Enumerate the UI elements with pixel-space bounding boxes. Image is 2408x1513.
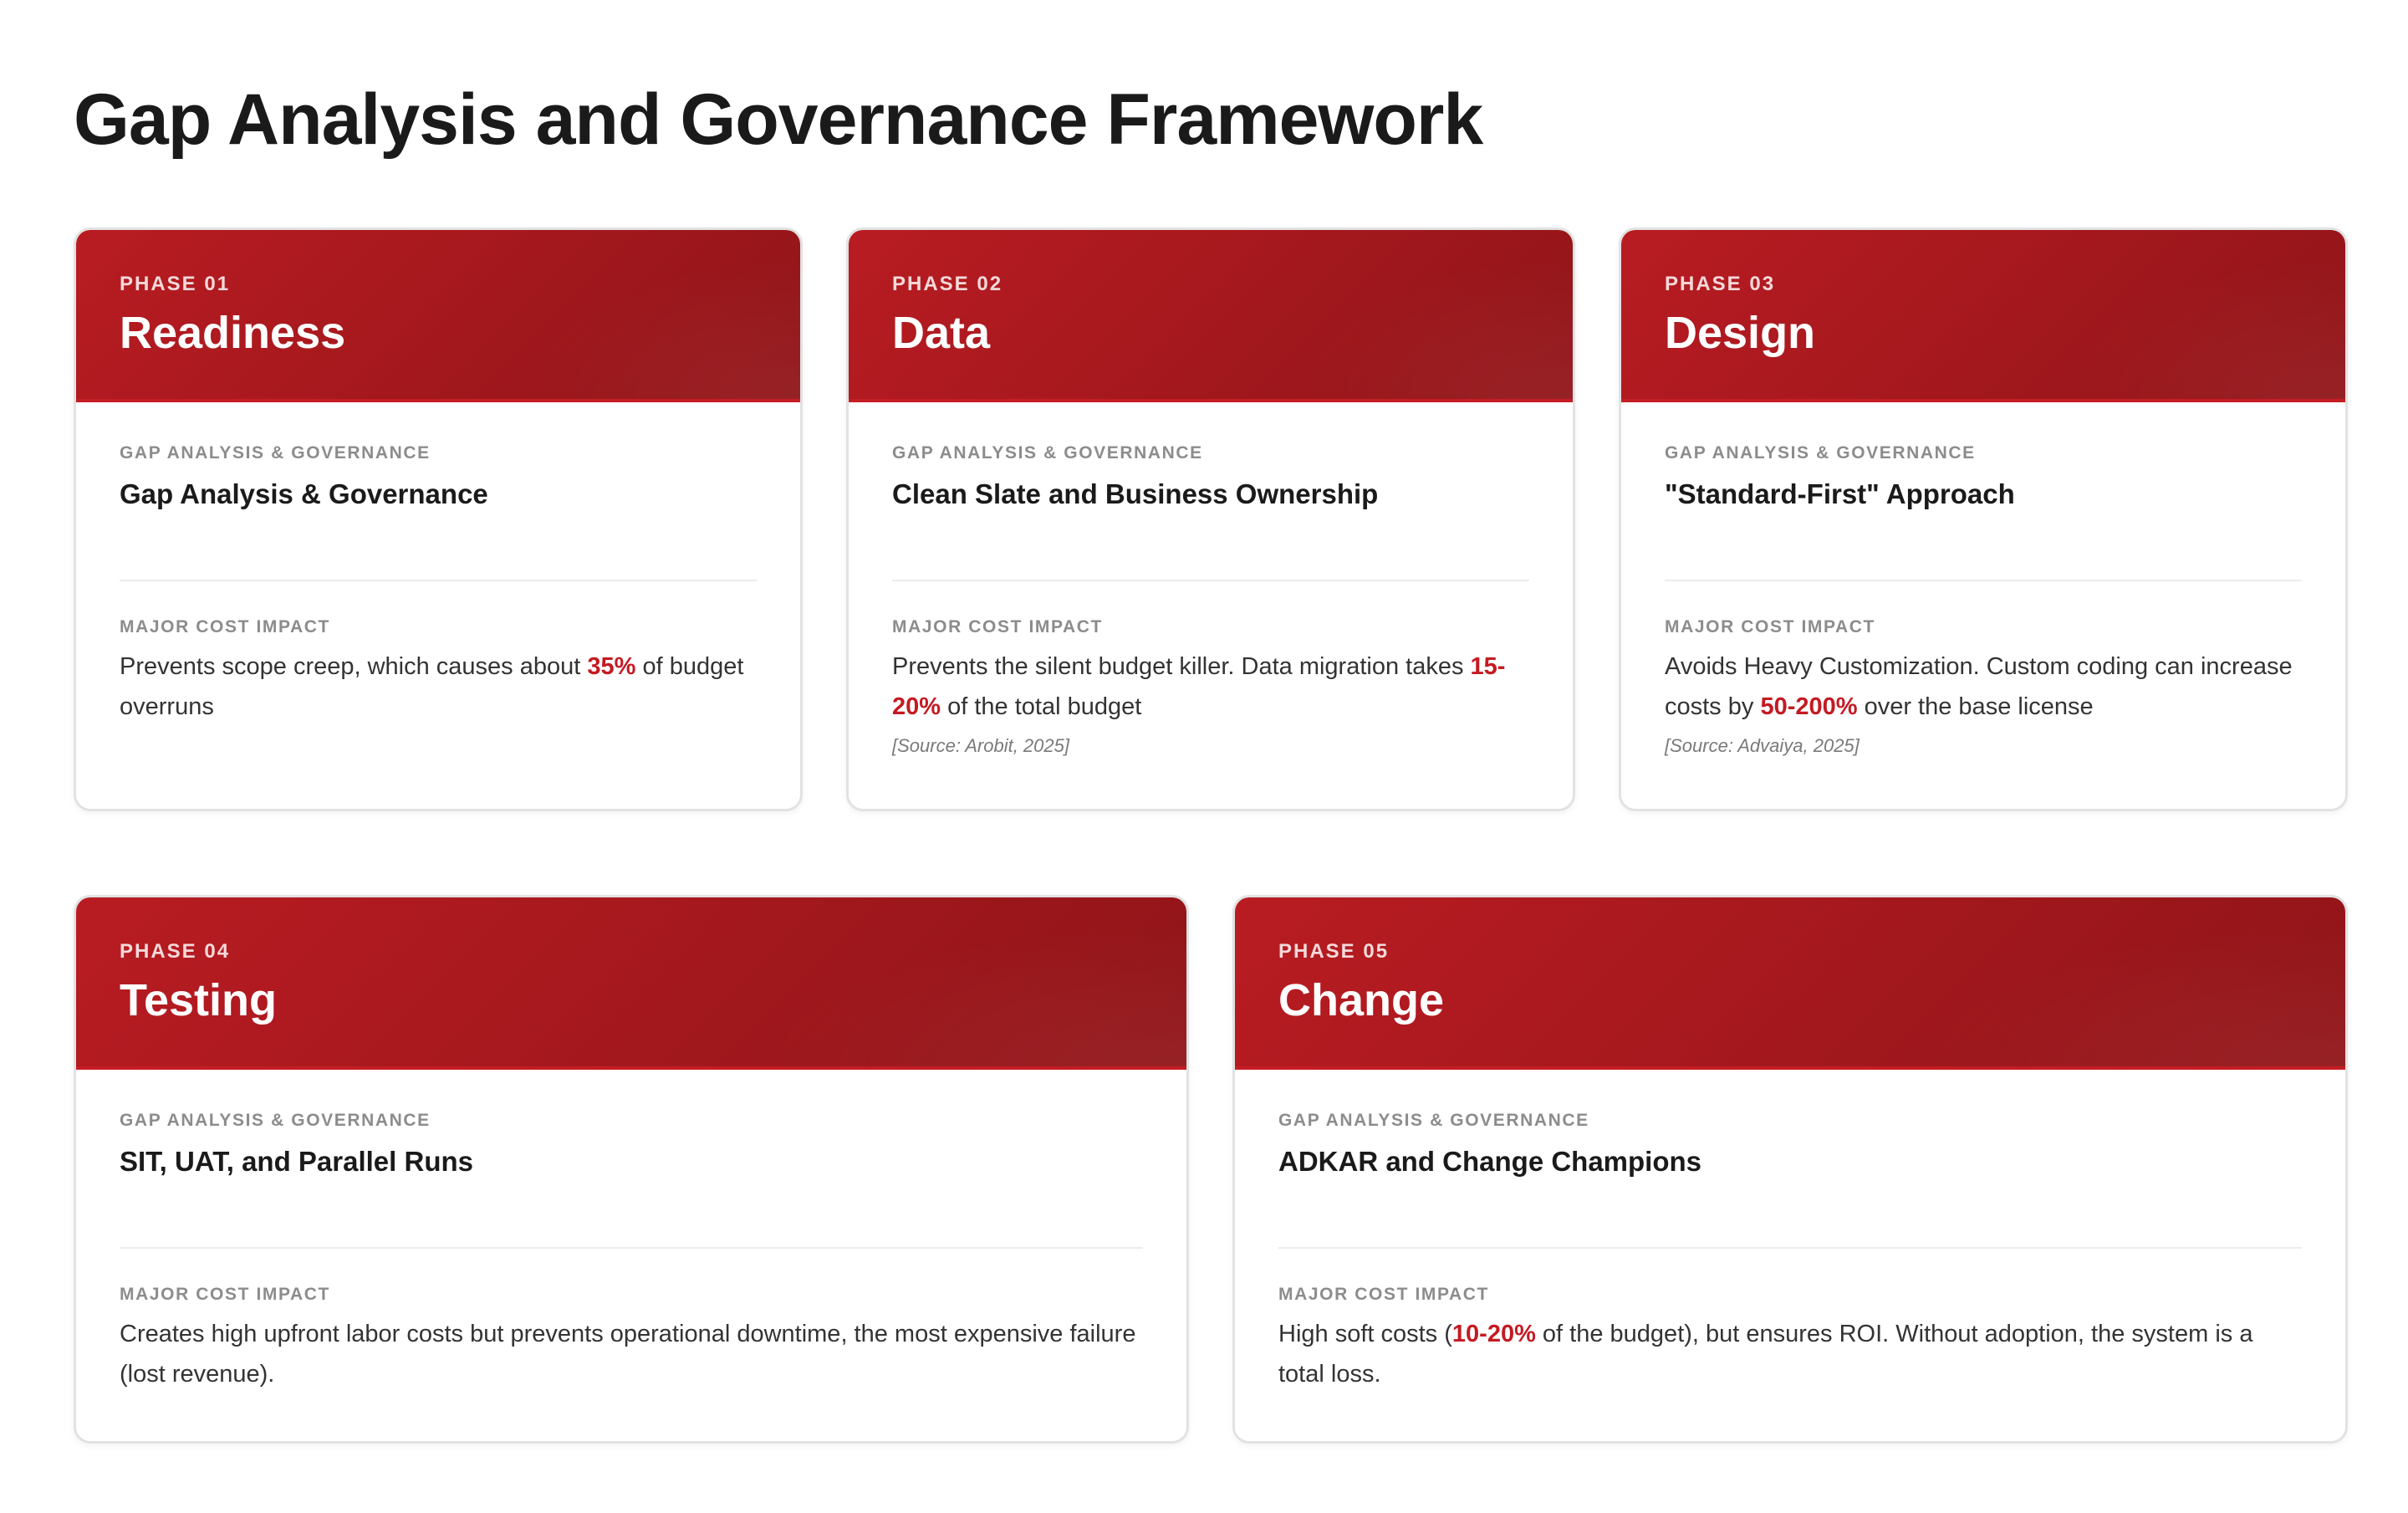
impact-text: Prevents the silent budget killer. Data … <box>892 647 1529 727</box>
impact-text: Avoids Heavy Customization. Custom codin… <box>1665 647 2302 727</box>
section-title: "Standard-First" Approach <box>1665 478 2015 509</box>
impact-highlight: 50-200% <box>1760 693 1858 720</box>
section-title: SIT, UAT, and Parallel Runs <box>120 1146 473 1177</box>
impact-text-pre: Prevents the silent budget killer. Data … <box>892 653 1471 680</box>
card-body: GAP ANALYSIS & GOVERNANCE Gap Analysis &… <box>76 402 800 727</box>
section-label: GAP ANALYSIS & GOVERNANCE <box>892 443 1203 463</box>
phase-label: PHASE 02 <box>892 273 1003 295</box>
phase-card-change: PHASE 05 Change GAP ANALYSIS & GOVERNANC… <box>1232 895 2348 1444</box>
impact-text-pre: Creates high upfront labor costs but pre… <box>120 1321 1136 1388</box>
phase-card-readiness: PHASE 01 Readiness GAP ANALYSIS & GOVERN… <box>74 227 803 811</box>
card-header: PHASE 05 Change <box>1235 897 2345 1070</box>
impact-label: MAJOR COST IMPACT <box>1278 1285 1489 1304</box>
impact-highlight: 10-20% <box>1451 1321 1536 1347</box>
phase-title: Readiness <box>120 308 346 358</box>
impact-text-pre: High soft costs ( <box>1278 1321 1452 1347</box>
phase-title: Data <box>892 308 991 358</box>
card-header: PHASE 02 Data <box>849 230 1573 402</box>
impact-text-post: of the total budget <box>941 693 1142 720</box>
phase-label: PHASE 05 <box>1278 940 1390 963</box>
card-body: GAP ANALYSIS & GOVERNANCE Clean Slate an… <box>849 402 1573 760</box>
section-title: Clean Slate and Business Ownership <box>892 478 1379 509</box>
source-citation: [Source: Advaiya, 2025] <box>1665 735 1860 756</box>
impact-text-pre: Prevents scope creep, which causes about <box>120 653 588 680</box>
card-header: PHASE 01 Readiness <box>76 230 800 402</box>
card-body: GAP ANALYSIS & GOVERNANCE "Standard-Firs… <box>1621 402 2345 760</box>
impact-text-post: over the base license <box>1857 693 2094 720</box>
impact-label: MAJOR COST IMPACT <box>892 617 1103 636</box>
page-title: Gap Analysis and Governance Framework <box>74 79 1483 160</box>
impact-label: MAJOR COST IMPACT <box>1665 617 1875 636</box>
divider <box>120 1247 1143 1249</box>
impact-text: Prevents scope creep, which causes about… <box>120 647 757 727</box>
divider <box>892 580 1529 581</box>
impact-highlight: 35% <box>587 653 636 680</box>
phase-label: PHASE 04 <box>120 940 231 963</box>
section-title: Gap Analysis & Governance <box>120 478 488 509</box>
impact-text: High soft costs (10-20% of the budget), … <box>1278 1314 2302 1394</box>
phase-title: Testing <box>120 975 277 1025</box>
impact-label: MAJOR COST IMPACT <box>120 617 330 636</box>
impact-text: Creates high upfront labor costs but pre… <box>120 1314 1143 1394</box>
divider <box>1278 1247 2302 1249</box>
section-title: ADKAR and Change Champions <box>1278 1146 1702 1177</box>
divider <box>1665 580 2302 581</box>
section-label: GAP ANALYSIS & GOVERNANCE <box>1278 1111 1589 1130</box>
page: Gap Analysis and Governance Framework PH… <box>0 0 2408 1513</box>
card-body: GAP ANALYSIS & GOVERNANCE ADKAR and Chan… <box>1235 1070 2345 1394</box>
card-body: GAP ANALYSIS & GOVERNANCE SIT, UAT, and … <box>76 1070 1186 1394</box>
phase-card-design: PHASE 03 Design GAP ANALYSIS & GOVERNANC… <box>1619 227 2348 811</box>
section-label: GAP ANALYSIS & GOVERNANCE <box>120 1111 431 1130</box>
card-header: PHASE 04 Testing <box>76 897 1186 1070</box>
phase-label: PHASE 03 <box>1665 273 1776 295</box>
phase-title: Design <box>1665 308 1816 358</box>
phase-title: Change <box>1278 975 1445 1025</box>
section-label: GAP ANALYSIS & GOVERNANCE <box>120 443 431 463</box>
source-citation: [Source: Arobit, 2025] <box>892 735 1069 756</box>
phase-label: PHASE 01 <box>120 273 231 295</box>
card-header: PHASE 03 Design <box>1621 230 2345 402</box>
section-label: GAP ANALYSIS & GOVERNANCE <box>1665 443 1976 463</box>
phase-card-testing: PHASE 04 Testing GAP ANALYSIS & GOVERNAN… <box>74 895 1189 1444</box>
impact-label: MAJOR COST IMPACT <box>120 1285 330 1304</box>
divider <box>120 580 757 581</box>
phase-card-data: PHASE 02 Data GAP ANALYSIS & GOVERNANCE … <box>846 227 1575 811</box>
